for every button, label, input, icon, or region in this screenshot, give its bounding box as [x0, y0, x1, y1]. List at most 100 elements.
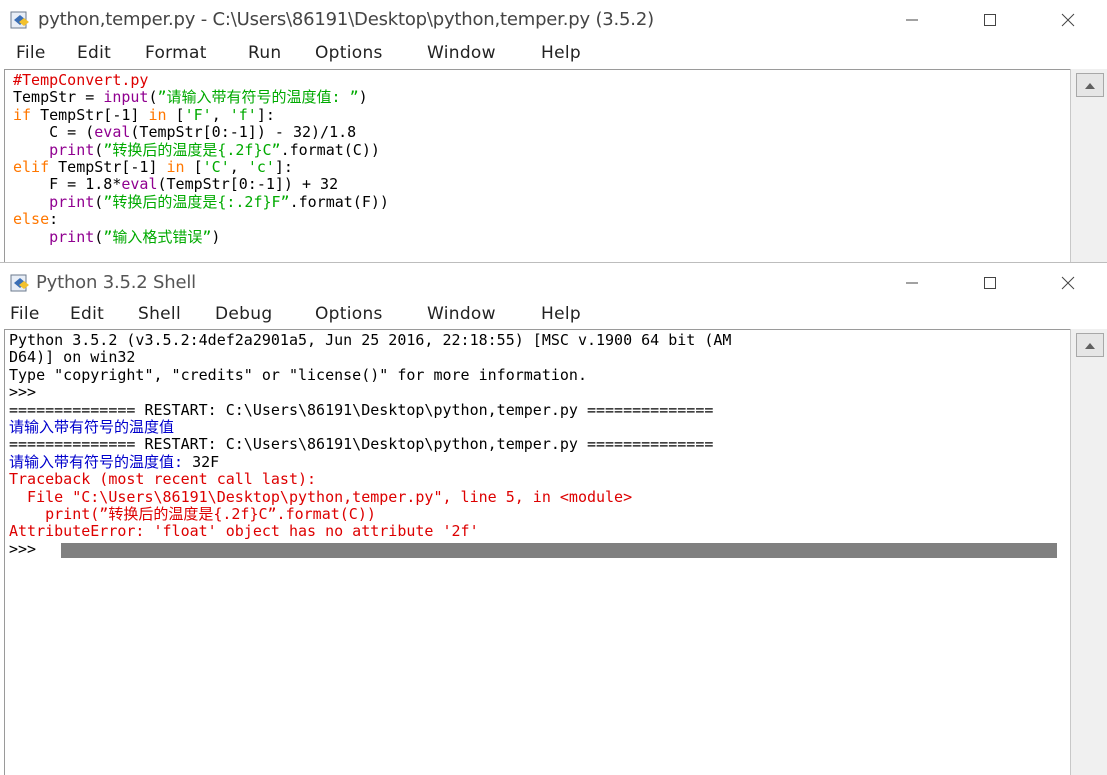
code-token: (: [94, 192, 104, 211]
shell-output-line: AttributeError: 'float' object has no at…: [9, 523, 1070, 540]
menu-file[interactable]: File: [10, 304, 40, 324]
code-token: >>>: [9, 383, 46, 402]
menu-edit[interactable]: Edit: [77, 43, 111, 63]
shell-output-line: D64)] on win32: [9, 349, 1070, 366]
close-button[interactable]: [1029, 0, 1107, 40]
code-token: F = 1.8*: [13, 175, 122, 194]
minimize-button[interactable]: [873, 0, 951, 40]
close-icon: [1061, 276, 1075, 290]
code-token: ,: [229, 157, 248, 176]
code-token: in: [166, 157, 185, 176]
shell-output-line: Traceback (most recent call last):: [9, 470, 1070, 489]
menu-help[interactable]: Help: [541, 304, 581, 324]
code-token: 'F': [184, 105, 212, 124]
code-token: ]:: [274, 157, 293, 176]
code-token: if: [13, 105, 32, 124]
code-token: 请输入带有符号的温度值:: [9, 452, 193, 471]
shell-prompt-line[interactable]: >>>: [9, 539, 1070, 558]
editor-window-title: python,temper.py - C:\Users\86191\Deskto…: [38, 9, 654, 30]
editor-scrollbar[interactable]: [1070, 69, 1107, 262]
code-token: ): [211, 227, 221, 246]
code-token: 'C': [202, 157, 230, 176]
python-shell-icon: [10, 274, 29, 292]
menu-window[interactable]: Window: [427, 304, 496, 324]
menu-shell[interactable]: Shell: [138, 304, 181, 324]
menu-format[interactable]: Format: [145, 43, 207, 63]
code-line: elif TempStr[-1] in ['C', 'c']:: [13, 157, 1070, 176]
close-button[interactable]: [1029, 263, 1107, 303]
editor-menubar: File Edit Format Run Options Window Help: [0, 40, 1107, 69]
shell-menubar: File Edit Shell Debug Options Window Hel…: [0, 301, 1107, 330]
code-token: ”输入格式错误”: [103, 227, 212, 246]
code-token: ,: [211, 105, 230, 124]
code-token: #TempConvert.py: [13, 71, 149, 89]
menu-debug[interactable]: Debug: [215, 304, 272, 324]
menu-help[interactable]: Help: [541, 43, 581, 63]
shell-output-line: >>>: [9, 383, 1070, 402]
code-token: ============== RESTART: C:\Users\86191\D…: [9, 400, 714, 419]
code-line: print(”转换后的温度是{.2f}C”.format(C)): [13, 140, 1070, 159]
code-token: (: [148, 88, 158, 107]
code-token: 请输入带有符号的温度值: [9, 417, 175, 436]
shell-output-line: print(”转换后的温度是{.2f}C”.format(C)): [9, 504, 1070, 523]
close-icon: [1061, 13, 1075, 27]
shell-titlebar[interactable]: Python 3.5.2 Shell: [0, 263, 1107, 303]
code-token: TempStr =: [13, 88, 104, 107]
code-token: print: [49, 192, 95, 211]
minimize-button[interactable]: [873, 263, 951, 303]
shell-prompt: >>>: [9, 539, 37, 558]
code-line: else:: [13, 210, 1070, 229]
minimize-icon: [906, 282, 918, 284]
code-token: else: [13, 210, 50, 229]
maximize-button[interactable]: [951, 0, 1029, 40]
menu-window[interactable]: Window: [427, 43, 496, 63]
editor-titlebar[interactable]: python,temper.py - C:\Users\86191\Deskto…: [0, 0, 1107, 40]
menu-options[interactable]: Options: [315, 304, 383, 324]
code-token: print(”转换后的温度是{.2f}C”.format(C)): [9, 504, 376, 523]
arrow-up-icon: [1085, 342, 1095, 349]
code-token: 'f': [229, 105, 257, 124]
shell-output-line: ============== RESTART: C:\Users\86191\D…: [9, 400, 1070, 419]
shell-output-line: ============== RESTART: C:\Users\86191\D…: [9, 436, 1070, 453]
code-line: C = (eval(TempStr[0:-1]) - 32)/1.8: [13, 123, 1070, 141]
code-token: [: [184, 157, 203, 176]
code-token: .format(F)): [289, 192, 389, 211]
shell-output-area[interactable]: Python 3.5.2 (v3.5.2:4def2a2901a5, Jun 2…: [4, 329, 1071, 775]
code-token: .format(C)): [280, 140, 380, 159]
menu-edit[interactable]: Edit: [70, 304, 104, 324]
code-token: ”请输入带有符号的温度值: ”: [157, 88, 359, 107]
code-line: #TempConvert.py: [13, 71, 1070, 89]
scroll-up-button[interactable]: [1076, 73, 1104, 97]
code-token: ”转换后的温度是{:.2f}F”: [103, 192, 290, 211]
code-token: in: [148, 105, 167, 124]
shell-output-line: 请输入带有符号的温度值: 32F: [9, 452, 1070, 471]
code-token: TempStr[-1]: [49, 157, 167, 176]
shell-window: Python 3.5.2 Shell File Edit Shell Debug…: [0, 262, 1107, 775]
code-token: ]:: [256, 105, 275, 124]
code-token: D64)] on win32: [9, 348, 136, 367]
code-token: File "C:\Users\86191\Desktop\python,temp…: [9, 487, 633, 506]
code-token: input: [103, 88, 149, 107]
shell-scrollbar[interactable]: [1070, 329, 1107, 775]
editor-window: python,temper.py - C:\Users\86191\Deskto…: [0, 0, 1107, 262]
menu-run[interactable]: Run: [248, 43, 282, 63]
code-line: print(”转换后的温度是{:.2f}F”.format(F)): [13, 192, 1070, 211]
code-line: TempStr = input(”请输入带有符号的温度值: ”): [13, 89, 1070, 106]
shell-output-line: Python 3.5.2 (v3.5.2:4def2a2901a5, Jun 2…: [9, 331, 1070, 349]
shell-output-line: File "C:\Users\86191\Desktop\python,temp…: [9, 487, 1070, 506]
code-token: print: [49, 227, 95, 246]
code-token: Traceback (most recent call last):: [9, 470, 317, 489]
menu-options[interactable]: Options: [315, 43, 383, 63]
menu-file[interactable]: File: [16, 43, 46, 63]
code-token: [: [166, 105, 185, 124]
shell-output-line: Type "copyright", "credits" or "license(…: [9, 366, 1070, 384]
maximize-button[interactable]: [951, 263, 1029, 303]
python-file-icon: [10, 11, 29, 29]
code-token: 'c': [247, 157, 275, 176]
scroll-up-button[interactable]: [1076, 333, 1104, 357]
code-editor-area[interactable]: #TempConvert.py TempStr = input(”请输入带有符号的…: [4, 69, 1071, 262]
maximize-icon: [984, 277, 996, 289]
input-highlight-bar[interactable]: [61, 542, 1057, 558]
